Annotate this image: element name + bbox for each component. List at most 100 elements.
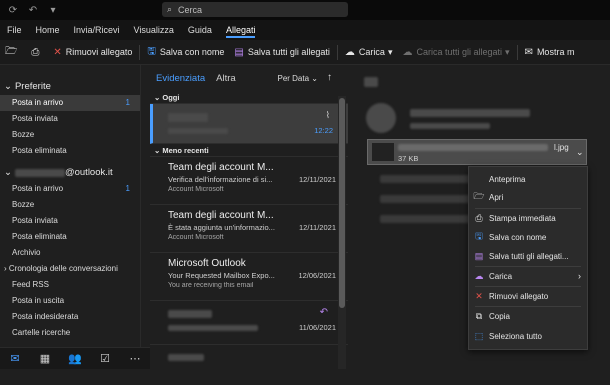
menu-item-save-all[interactable]: ▤ Salva tutti gli allegati... <box>469 247 587 265</box>
chevron-down-icon: ⌄ <box>4 81 12 92</box>
sort-dropdown[interactable]: Per Data ⌄ <box>277 74 318 83</box>
scrollbar-thumb[interactable] <box>339 98 345 308</box>
chevron-down-icon: ▾ <box>387 46 393 57</box>
group-header-today[interactable]: ⌄ Oggi <box>150 91 348 104</box>
attachment-chip[interactable]: l.jpg 37 KB ⌄ <box>367 139 587 165</box>
calendar-icon[interactable]: ▦ <box>37 352 53 365</box>
upload-button[interactable]: ☁ Carica ▾ <box>340 40 398 65</box>
menu-item-upload[interactable]: ☁ Carica › <box>469 267 587 285</box>
menu-attachments[interactable]: Allegati <box>219 20 263 40</box>
sidebar-item-fav-inbox[interactable]: Posta in arrivo 1 <box>0 95 140 111</box>
message-date: 12/11/2021 <box>299 223 336 232</box>
sidebar-item-inbox[interactable]: Posta in arrivo 1 <box>0 181 140 197</box>
sender: Team degli account M... <box>168 162 274 173</box>
list-item-selected[interactable]: ⌇ 12:22 <box>150 104 348 144</box>
sidebar-item-sent[interactable]: Posta inviata <box>0 213 140 229</box>
save-as-button[interactable]: 🖫 Salva con nome <box>142 40 229 65</box>
unread-count: 1 <box>125 184 130 193</box>
sender-redacted <box>168 354 204 361</box>
list-item[interactable]: ↶ 11/06/2021 <box>150 301 348 345</box>
menu-item-open[interactable]: 🗁 Apri <box>469 188 587 206</box>
sidebar-item-deleted[interactable]: Posta eliminata <box>0 229 140 245</box>
attachment-context-menu: Anteprima 🗁 Apri ⎙ Stampa immediata 🖫 Salva… <box>468 166 588 350</box>
save-all-button[interactable]: ▤ Salva tutti gli allegati <box>229 40 335 65</box>
show-more-label: Mostra m <box>536 47 575 57</box>
folder-open-icon: 🗁 <box>473 191 485 201</box>
sender: Microsoft Outlook <box>168 258 246 269</box>
more-icon[interactable]: ⋯ <box>127 352 143 365</box>
search-placeholder: Cerca <box>178 4 203 15</box>
menu-item-remove[interactable]: ✕ Rimuovi allegato <box>469 287 587 305</box>
dropdown-icon[interactable]: ▾ <box>46 3 60 17</box>
menu-item-save-as[interactable]: 🖫 Salva con nome <box>469 228 587 246</box>
tab-other[interactable]: Altra <box>216 73 236 84</box>
upload-all-button[interactable]: ☁ Carica tutti gli allegati ▾ <box>397 40 514 65</box>
print-button[interactable]: ⎙ <box>26 40 48 65</box>
chevron-down-icon[interactable]: ⌄ <box>576 147 584 158</box>
message-list-header: Evidenziata Altra Per Data ⌄ ↑ <box>150 65 348 91</box>
mail-icon[interactable]: ✉ <box>7 352 23 365</box>
sidebar-item-junk[interactable]: Posta indesiderata <box>0 309 140 325</box>
menu-help[interactable]: Guida <box>181 20 219 40</box>
tasks-icon[interactable]: ☑ <box>97 352 113 365</box>
open-folder-button[interactable]: 🗁 <box>0 40 26 65</box>
menu-home[interactable]: Home <box>29 20 67 40</box>
folder-icon: 🗁 <box>5 45 18 57</box>
print-icon: ⎙ <box>31 46 40 58</box>
message-list: Evidenziata Altra Per Data ⌄ ↑ ⌄ Oggi ⌇ … <box>150 65 348 369</box>
show-more-button[interactable]: ✉ Mostra m <box>520 40 580 65</box>
list-item[interactable]: Team degli account M... Verifica dell'in… <box>150 157 348 205</box>
undo-icon[interactable]: ↶ <box>26 3 40 17</box>
list-item[interactable]: Team degli account M... È stata aggiunta… <box>150 205 348 253</box>
sidebar-item-fav-drafts[interactable]: Bozze <box>0 127 140 143</box>
sender-redacted <box>168 310 212 318</box>
sidebar-item-drafts[interactable]: Bozze <box>0 197 140 213</box>
sender-redacted <box>168 113 208 122</box>
copy-icon: ⧉ <box>475 310 483 321</box>
select-all-icon: ⬚ <box>474 330 484 341</box>
sidebar-item-outbox[interactable]: Posta in uscita <box>0 293 140 309</box>
preview: Account Microsoft <box>168 234 224 241</box>
subject-redacted <box>168 128 228 134</box>
group-header-older[interactable]: ⌄ Meno recenti <box>150 144 348 157</box>
sidebar-item-fav-deleted[interactable]: Posta eliminata <box>0 143 140 159</box>
avatar <box>366 103 396 133</box>
menu-item-select-all[interactable]: ⬚ Seleziona tutto <box>469 327 587 345</box>
menu-send-receive[interactable]: Invia/Ricevi <box>67 20 127 40</box>
search-input[interactable]: ⌕ Cerca <box>162 2 348 17</box>
preview: Account Microsoft <box>168 186 224 193</box>
cloud-icon: ☁ <box>402 46 413 58</box>
sidebar-item-search-folders[interactable]: Cartelle ricerche <box>0 325 140 341</box>
chevron-down-icon: ⌄ <box>4 167 12 178</box>
menu-item-preview[interactable]: Anteprima <box>469 170 587 188</box>
remove-attachment-button[interactable]: ✕ Rimuovi allegato <box>48 40 137 65</box>
sidebar-item-archive[interactable]: Archivio <box>0 245 140 261</box>
favorites-header[interactable]: ⌄ Preferite <box>0 79 140 95</box>
remove-icon: ✕ <box>53 46 62 58</box>
sync-icon[interactable]: ⟳ <box>6 3 20 17</box>
chevron-down-icon: ⌄ <box>154 146 161 155</box>
menu-view[interactable]: Visualizza <box>127 20 181 40</box>
list-item[interactable]: Microsoft Outlook Your Requested Mailbox… <box>150 253 348 301</box>
title-bar: ⟳ ↶ ▾ ⌕ Cerca <box>0 0 610 20</box>
module-switcher: ✉ ▦ 👥 ☑ ⋯ <box>0 347 150 369</box>
account-header[interactable]: ⌄ @outlook.it <box>0 164 140 181</box>
save-all-icon: ▤ <box>474 250 484 261</box>
mail-icon: ✉ <box>524 46 533 58</box>
menu-item-quick-print[interactable]: ⎙ Stampa immediata <box>469 209 587 227</box>
remove-icon: ✕ <box>475 290 483 301</box>
divider <box>139 44 141 60</box>
sidebar-item-rss[interactable]: Feed RSS <box>0 277 140 293</box>
tab-focused[interactable]: Evidenziata <box>156 73 205 84</box>
attachment-extension: l.jpg <box>554 143 569 152</box>
unread-count: 1 <box>125 98 130 107</box>
menu-file[interactable]: File <box>0 20 29 40</box>
message-time: 12:22 <box>314 126 333 135</box>
sidebar-item-fav-sent[interactable]: Posta inviata <box>0 111 140 127</box>
people-icon[interactable]: 👥 <box>67 352 83 365</box>
list-item[interactable] <box>150 345 348 385</box>
sidebar-item-conversation-history[interactable]: › Cronologia delle conversazioni <box>0 261 140 277</box>
menu-item-copy[interactable]: ⧉ Copia <box>469 307 587 325</box>
message-list-scrollbar[interactable] <box>338 96 346 369</box>
sort-direction-icon[interactable]: ↑ <box>327 72 332 83</box>
